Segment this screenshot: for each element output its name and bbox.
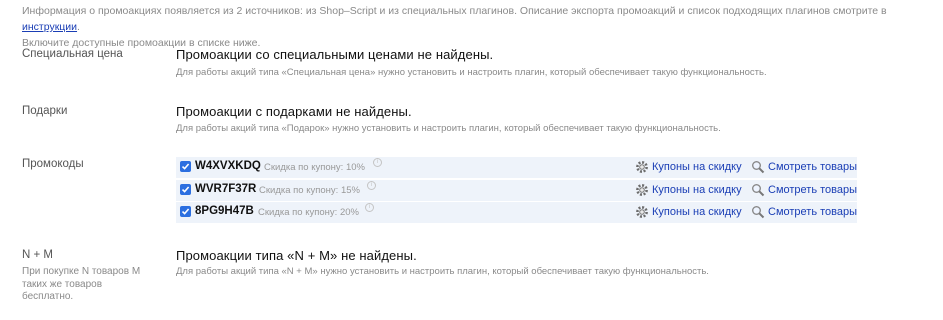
coupons-discount-link[interactable]: Купоны на скидку (652, 161, 742, 173)
n-plus-m-empty-title: Промоакции типа «N + M» не найдены. (176, 248, 417, 263)
gifts-label: Подарки (22, 105, 68, 117)
coupon-row: WVR7F37R Скидка по купону: 15% i Купоны … (176, 180, 857, 201)
gifts-empty-desc: Для работы акций типа «Подарок» нужно ус… (176, 123, 721, 134)
coupon-row: W4XVXKDQ Скидка по купону: 10% i Купоны … (176, 157, 857, 178)
info-icon[interactable]: i (365, 203, 374, 212)
checkbox-checked-icon[interactable] (180, 161, 191, 172)
search-icon (752, 161, 765, 174)
instructions-link[interactable]: инструкции (22, 21, 77, 33)
gifts-empty-title: Промоакции с подарками не найдены. (176, 104, 412, 119)
coupon-code: W4XVXKDQ (195, 160, 261, 172)
coupon-discount: Скидка по купону: 20% (258, 207, 359, 218)
info-icon[interactable]: i (373, 158, 382, 167)
checkbox-checked-icon[interactable] (180, 184, 191, 195)
search-icon (752, 206, 765, 219)
intro-line1-end: . (77, 21, 80, 33)
coupon-discount: Скидка по купону: 10% (264, 162, 365, 173)
gear-icon (636, 206, 648, 218)
gear-icon (636, 161, 648, 173)
n-plus-m-subtext: При покупке N товаров M таких же товаров… (22, 266, 141, 302)
n-plus-m-empty-desc: Для работы акций типа «N + M» нужно уста… (176, 266, 709, 277)
coupons-discount-link[interactable]: Купоны на скидку (652, 206, 742, 218)
promocodes-label: Промокоды (22, 158, 84, 170)
checkbox-checked-icon[interactable] (180, 206, 191, 217)
coupons-discount-link[interactable]: Купоны на скидку (652, 184, 742, 196)
coupon-code: WVR7F37R (195, 183, 257, 195)
intro-line1: Информация о промоакциях появляется из 2… (22, 5, 887, 17)
coupon-code: 8PG9H47B (195, 205, 254, 217)
n-plus-m-label: N + M (22, 249, 53, 261)
intro-text: Информация о промоакциях появляется из 2… (22, 3, 932, 51)
view-products-link[interactable]: Смотреть товары (768, 161, 857, 173)
view-products-link[interactable]: Смотреть товары (768, 206, 857, 218)
gear-icon (636, 184, 648, 196)
view-products-link[interactable]: Смотреть товары (768, 184, 857, 196)
coupon-row: 8PG9H47B Скидка по купону: 20% i Купоны … (176, 202, 857, 223)
search-icon (752, 184, 765, 197)
special-price-empty-title: Промоакции со специальными ценами не най… (176, 47, 494, 62)
coupon-discount: Скидка по купону: 15% (259, 185, 360, 196)
info-icon[interactable]: i (367, 181, 376, 190)
special-price-empty-desc: Для работы акций типа «Специальная цена»… (176, 67, 767, 78)
special-price-label: Специальная цена (22, 48, 123, 60)
